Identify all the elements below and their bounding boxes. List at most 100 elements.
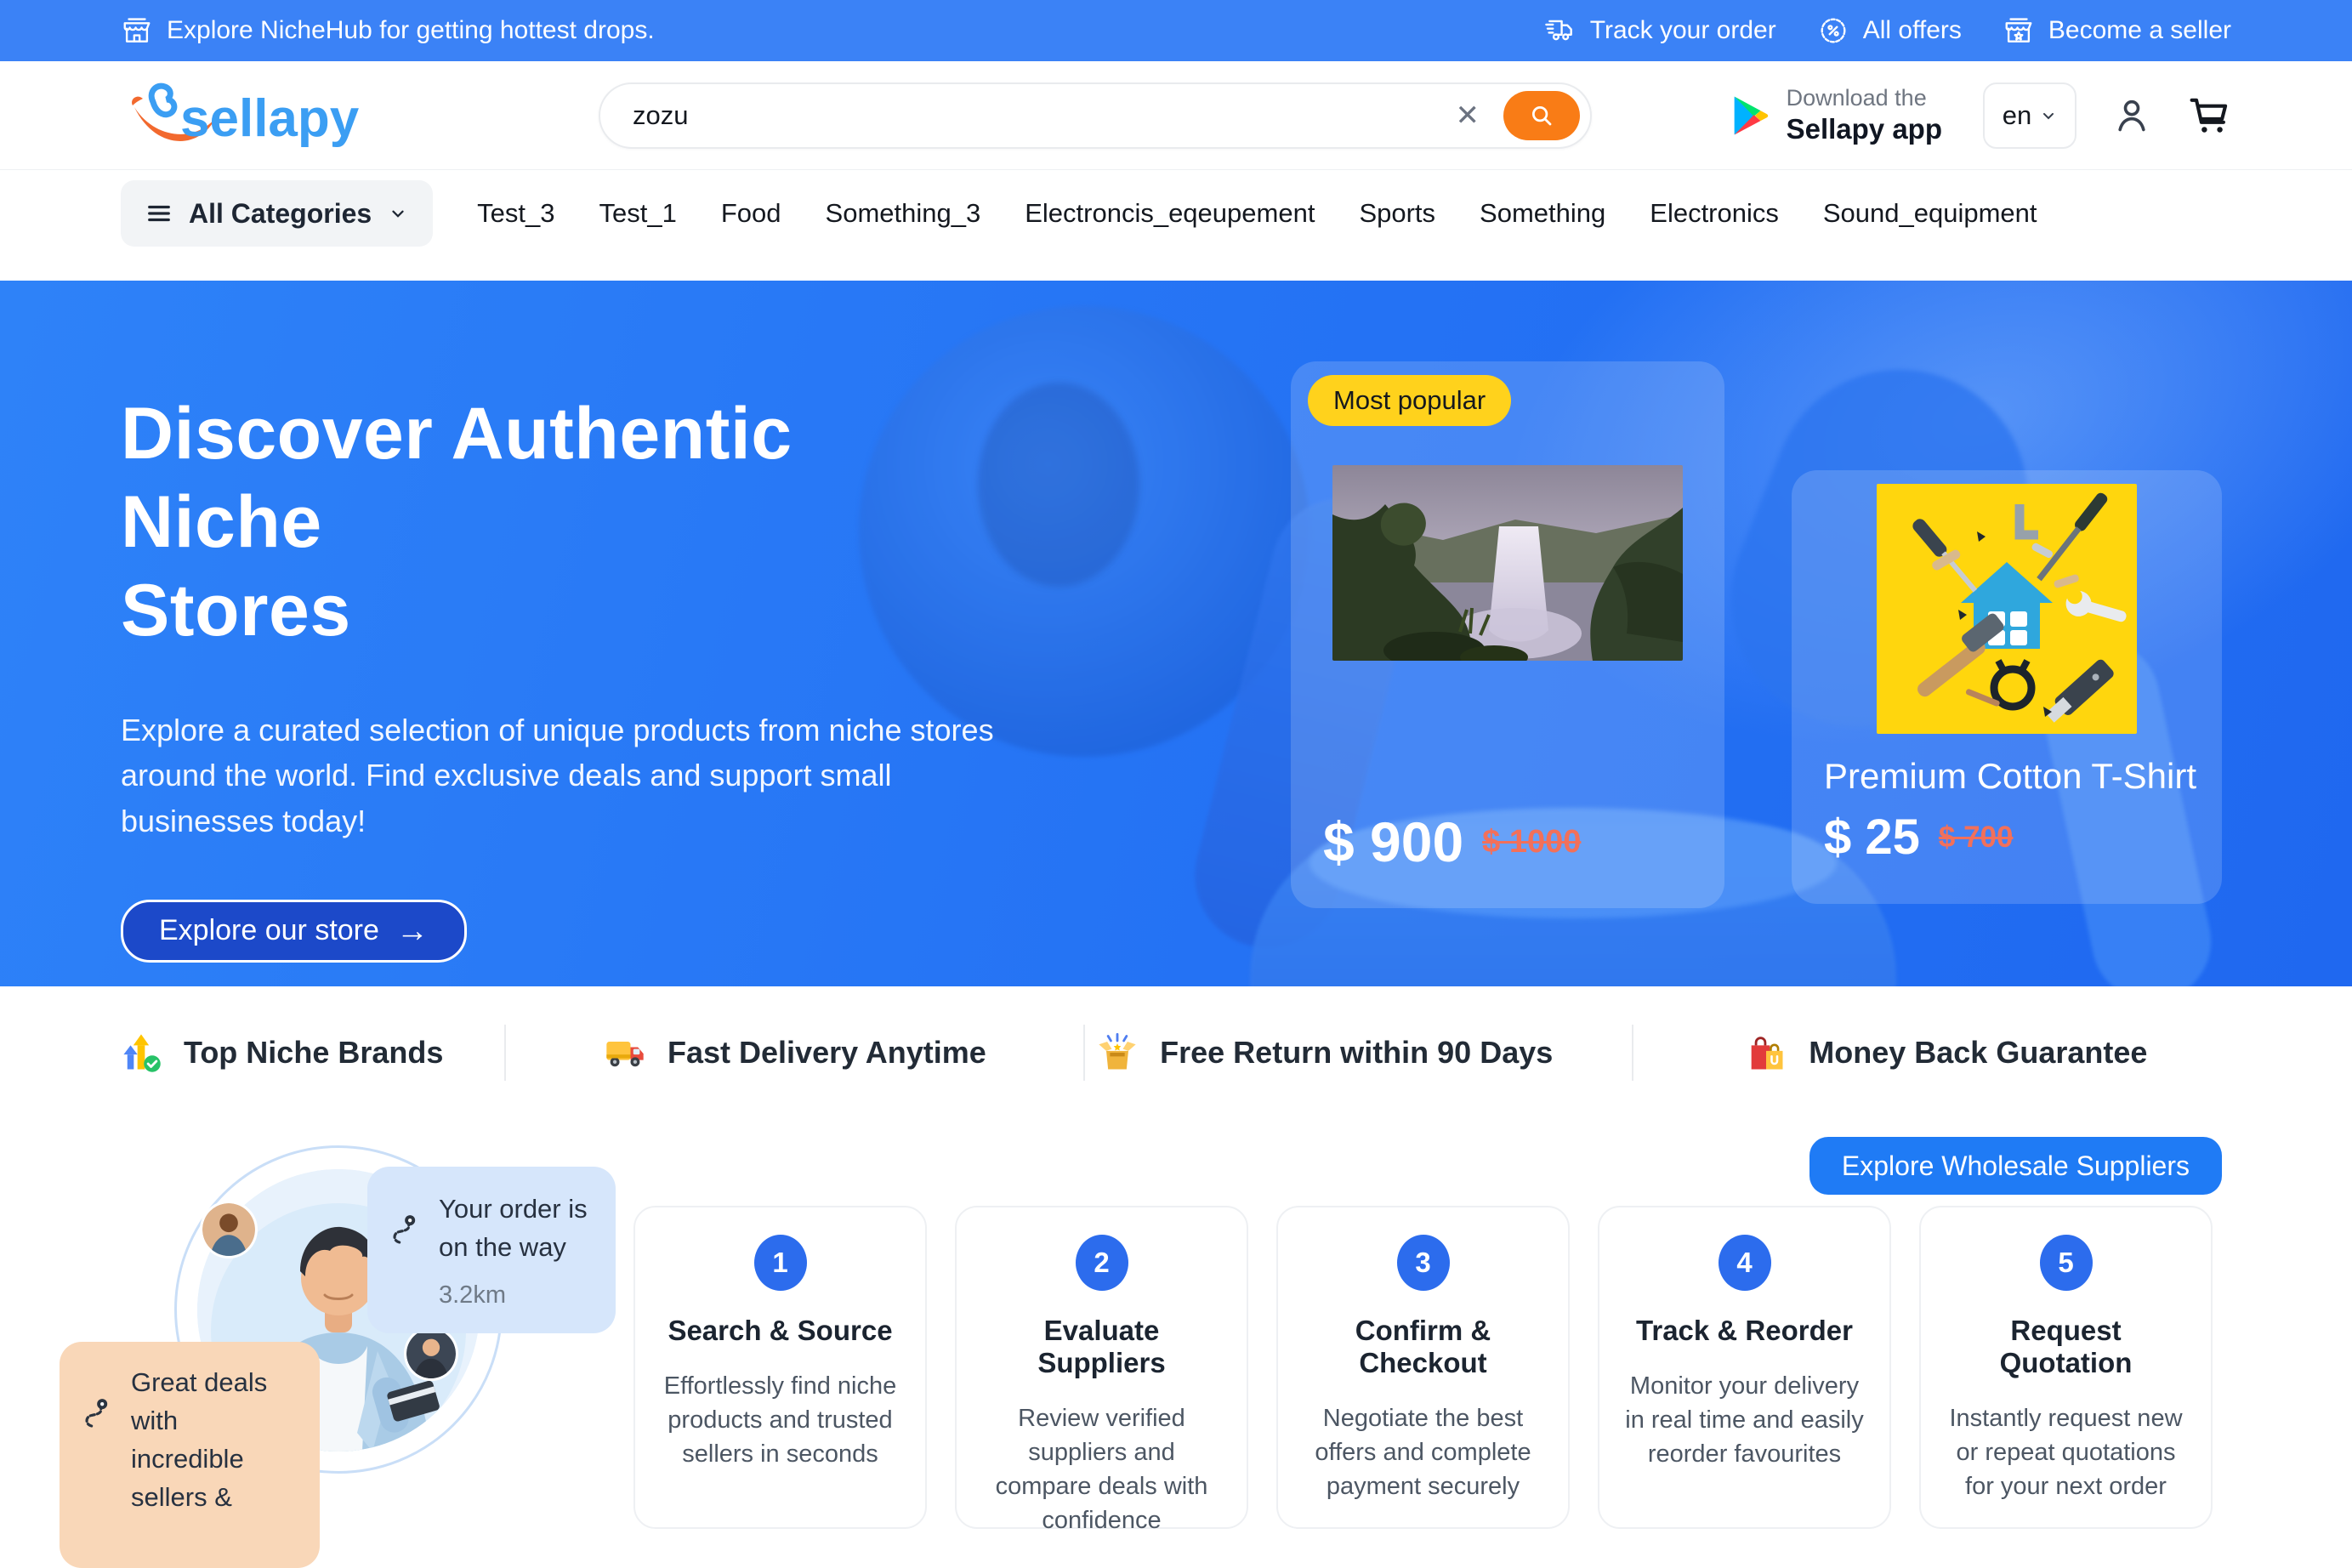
top-promo-bar: Explore NicheHub for getting hottest dro… bbox=[0, 0, 2352, 61]
feature-top-niche-brands: Top Niche Brands bbox=[119, 1031, 504, 1075]
user-account-icon bbox=[2112, 96, 2151, 135]
avatar-photo bbox=[406, 1329, 456, 1378]
header-actions: Download the Sellapy app en bbox=[1727, 82, 2231, 149]
nav-link-something[interactable]: Something bbox=[1480, 198, 1605, 229]
all-categories-dropdown[interactable]: All Categories bbox=[121, 180, 433, 247]
product-price: $ 25 bbox=[1824, 809, 1920, 866]
tools-photo bbox=[1877, 484, 2137, 734]
hero-title-line2: Stores bbox=[121, 570, 351, 651]
step-title: Evaluate Suppliers bbox=[977, 1315, 1226, 1379]
order-status-bubble: Your order is on the way 3.2km bbox=[367, 1167, 616, 1333]
feature-label: Top Niche Brands bbox=[184, 1035, 443, 1071]
product-price: $ 900 bbox=[1323, 810, 1463, 874]
featured-product-card[interactable]: Most popular $ 900 bbox=[1291, 361, 1724, 908]
cart-button[interactable] bbox=[2187, 94, 2231, 138]
search-bar: ✕ bbox=[599, 82, 1592, 149]
nav-link-food[interactable]: Food bbox=[721, 198, 781, 229]
order-distance: 3.2km bbox=[439, 1277, 594, 1313]
account-button[interactable] bbox=[2112, 96, 2151, 135]
storefront-icon bbox=[121, 14, 153, 47]
search-button[interactable] bbox=[1503, 91, 1580, 140]
step-card-track-reorder: 4 Track & Reorder Monitor your delivery … bbox=[1598, 1206, 1891, 1529]
all-offers-link[interactable]: All offers bbox=[1817, 14, 1962, 47]
step-number-badge: 4 bbox=[1719, 1235, 1771, 1291]
feature-fast-delivery: Fast Delivery Anytime bbox=[504, 1031, 1083, 1075]
sellapy-logo[interactable]: sellapy bbox=[121, 73, 418, 158]
step-title: Search & Source bbox=[656, 1315, 905, 1347]
nav-link-test3[interactable]: Test_3 bbox=[477, 198, 554, 229]
hero-banner: Discover Authentic Niche Stores Explore … bbox=[0, 281, 2352, 986]
shopping-bags-icon bbox=[1744, 1031, 1788, 1075]
step-title: Track & Reorder bbox=[1620, 1315, 1869, 1347]
search-input[interactable] bbox=[633, 100, 1447, 131]
feature-label: Free Return within 90 Days bbox=[1160, 1035, 1553, 1071]
feature-money-back: Money Back Guarantee bbox=[1632, 1031, 2233, 1075]
waterfall-photo bbox=[1332, 465, 1683, 661]
deals-bubble: Great deals with incredible sellers & bbox=[60, 1342, 320, 1568]
step-description: Effortlessly find niche products and tru… bbox=[656, 1369, 905, 1471]
order-bubble-text: Your order is on the way bbox=[439, 1190, 594, 1267]
product-old-price: $ 700 bbox=[1939, 821, 2014, 855]
step-card-search-source: 1 Search & Source Effortlessly find nich… bbox=[633, 1206, 927, 1529]
step-card-confirm-checkout: 3 Confirm & Checkout Negotiate the best … bbox=[1276, 1206, 1570, 1529]
logo-text: sellapy bbox=[180, 89, 360, 148]
hero-title-line1: Discover Authentic Niche bbox=[121, 393, 793, 563]
nav-link-electronics[interactable]: Electronics bbox=[1650, 198, 1779, 229]
feature-label: Money Back Guarantee bbox=[1809, 1035, 2147, 1071]
download-text: Download the Sellapy app bbox=[1787, 85, 1942, 145]
price-row: $ 25 $ 700 bbox=[1792, 809, 2222, 866]
nav-link-sound-equipment[interactable]: Sound_equipment bbox=[1823, 198, 2037, 229]
chevron-down-icon bbox=[389, 204, 407, 223]
trending-brands-icon bbox=[119, 1031, 163, 1075]
all-offers-label: All offers bbox=[1863, 16, 1962, 45]
discount-badge-icon bbox=[1817, 14, 1849, 47]
language-value: en bbox=[2003, 100, 2031, 131]
deals-bubble-text: Great deals with incredible sellers & bbox=[131, 1364, 298, 1517]
explore-store-button[interactable]: Explore our store → bbox=[121, 900, 467, 963]
cart-icon bbox=[2187, 94, 2231, 138]
download-app-link[interactable]: Download the Sellapy app bbox=[1727, 85, 1942, 145]
price-row: $ 900 $ 1000 bbox=[1291, 810, 1581, 874]
supplier-journey-section: Your order is on the way 3.2km Great dea… bbox=[0, 1118, 2352, 1383]
route-pin-icon bbox=[82, 1396, 116, 1430]
delivery-truck-icon bbox=[1544, 14, 1577, 47]
feature-free-return: Free Return within 90 Days bbox=[1083, 1031, 1632, 1075]
hero-description: Explore a curated selection of unique pr… bbox=[121, 707, 1026, 844]
nav-link-something3[interactable]: Something_3 bbox=[826, 198, 981, 229]
nav-link-test1[interactable]: Test_1 bbox=[599, 198, 677, 229]
step-number-badge: 5 bbox=[2040, 1235, 2093, 1291]
hamburger-menu-icon bbox=[146, 201, 172, 226]
journey-steps: 1 Search & Source Effortlessly find nich… bbox=[633, 1206, 2213, 1529]
arrow-right-icon: → bbox=[396, 915, 429, 947]
explore-store-label: Explore our store bbox=[159, 914, 379, 947]
main-header: sellapy ✕ Download the Sellapy app en bbox=[0, 61, 2352, 170]
featured-product-card[interactable]: Premium Cotton T-Shirt $ 25 $ 700 bbox=[1792, 470, 2222, 904]
fast-delivery-truck-icon bbox=[603, 1031, 647, 1075]
hero-copy: Discover Authentic Niche Stores Explore … bbox=[121, 389, 1026, 963]
promo-message[interactable]: Explore NicheHub for getting hottest dro… bbox=[121, 14, 655, 47]
search-clear-icon[interactable]: ✕ bbox=[1456, 101, 1480, 130]
track-order-link[interactable]: Track your order bbox=[1544, 14, 1776, 47]
nav-link-electroncis-eqeupement[interactable]: Electroncis_eqeupement bbox=[1025, 198, 1315, 229]
step-description: Review verified suppliers and compare de… bbox=[977, 1401, 1226, 1537]
route-pin-icon bbox=[389, 1213, 423, 1247]
avatar-photo bbox=[202, 1203, 255, 1256]
track-order-label: Track your order bbox=[1590, 16, 1776, 45]
step-title: Confirm & Checkout bbox=[1298, 1315, 1548, 1379]
sellapy-logo-graphic: sellapy bbox=[121, 73, 418, 158]
language-selector[interactable]: en bbox=[1983, 82, 2076, 149]
explore-wholesale-suppliers-button[interactable]: Explore Wholesale Suppliers bbox=[1809, 1137, 2222, 1195]
spacer bbox=[0, 257, 2352, 281]
order-bubble-text-wrap: Your order is on the way 3.2km bbox=[439, 1190, 594, 1313]
step-description: Instantly request new or repeat quotatio… bbox=[1941, 1401, 2190, 1503]
product-old-price: $ 1000 bbox=[1482, 824, 1581, 861]
step-number-badge: 3 bbox=[1397, 1235, 1450, 1291]
become-seller-label: Become a seller bbox=[2048, 16, 2231, 45]
storefront-icon bbox=[2003, 14, 2035, 47]
become-seller-link[interactable]: Become a seller bbox=[2003, 14, 2231, 47]
step-description: Monitor your delivery in real time and e… bbox=[1620, 1369, 1869, 1471]
features-strip: Top Niche Brands Fast Delivery Anytime F… bbox=[0, 986, 2352, 1118]
nav-link-sports[interactable]: Sports bbox=[1359, 198, 1435, 229]
step-number-badge: 2 bbox=[1076, 1235, 1128, 1291]
hero-title: Discover Authentic Niche Stores bbox=[121, 389, 937, 655]
